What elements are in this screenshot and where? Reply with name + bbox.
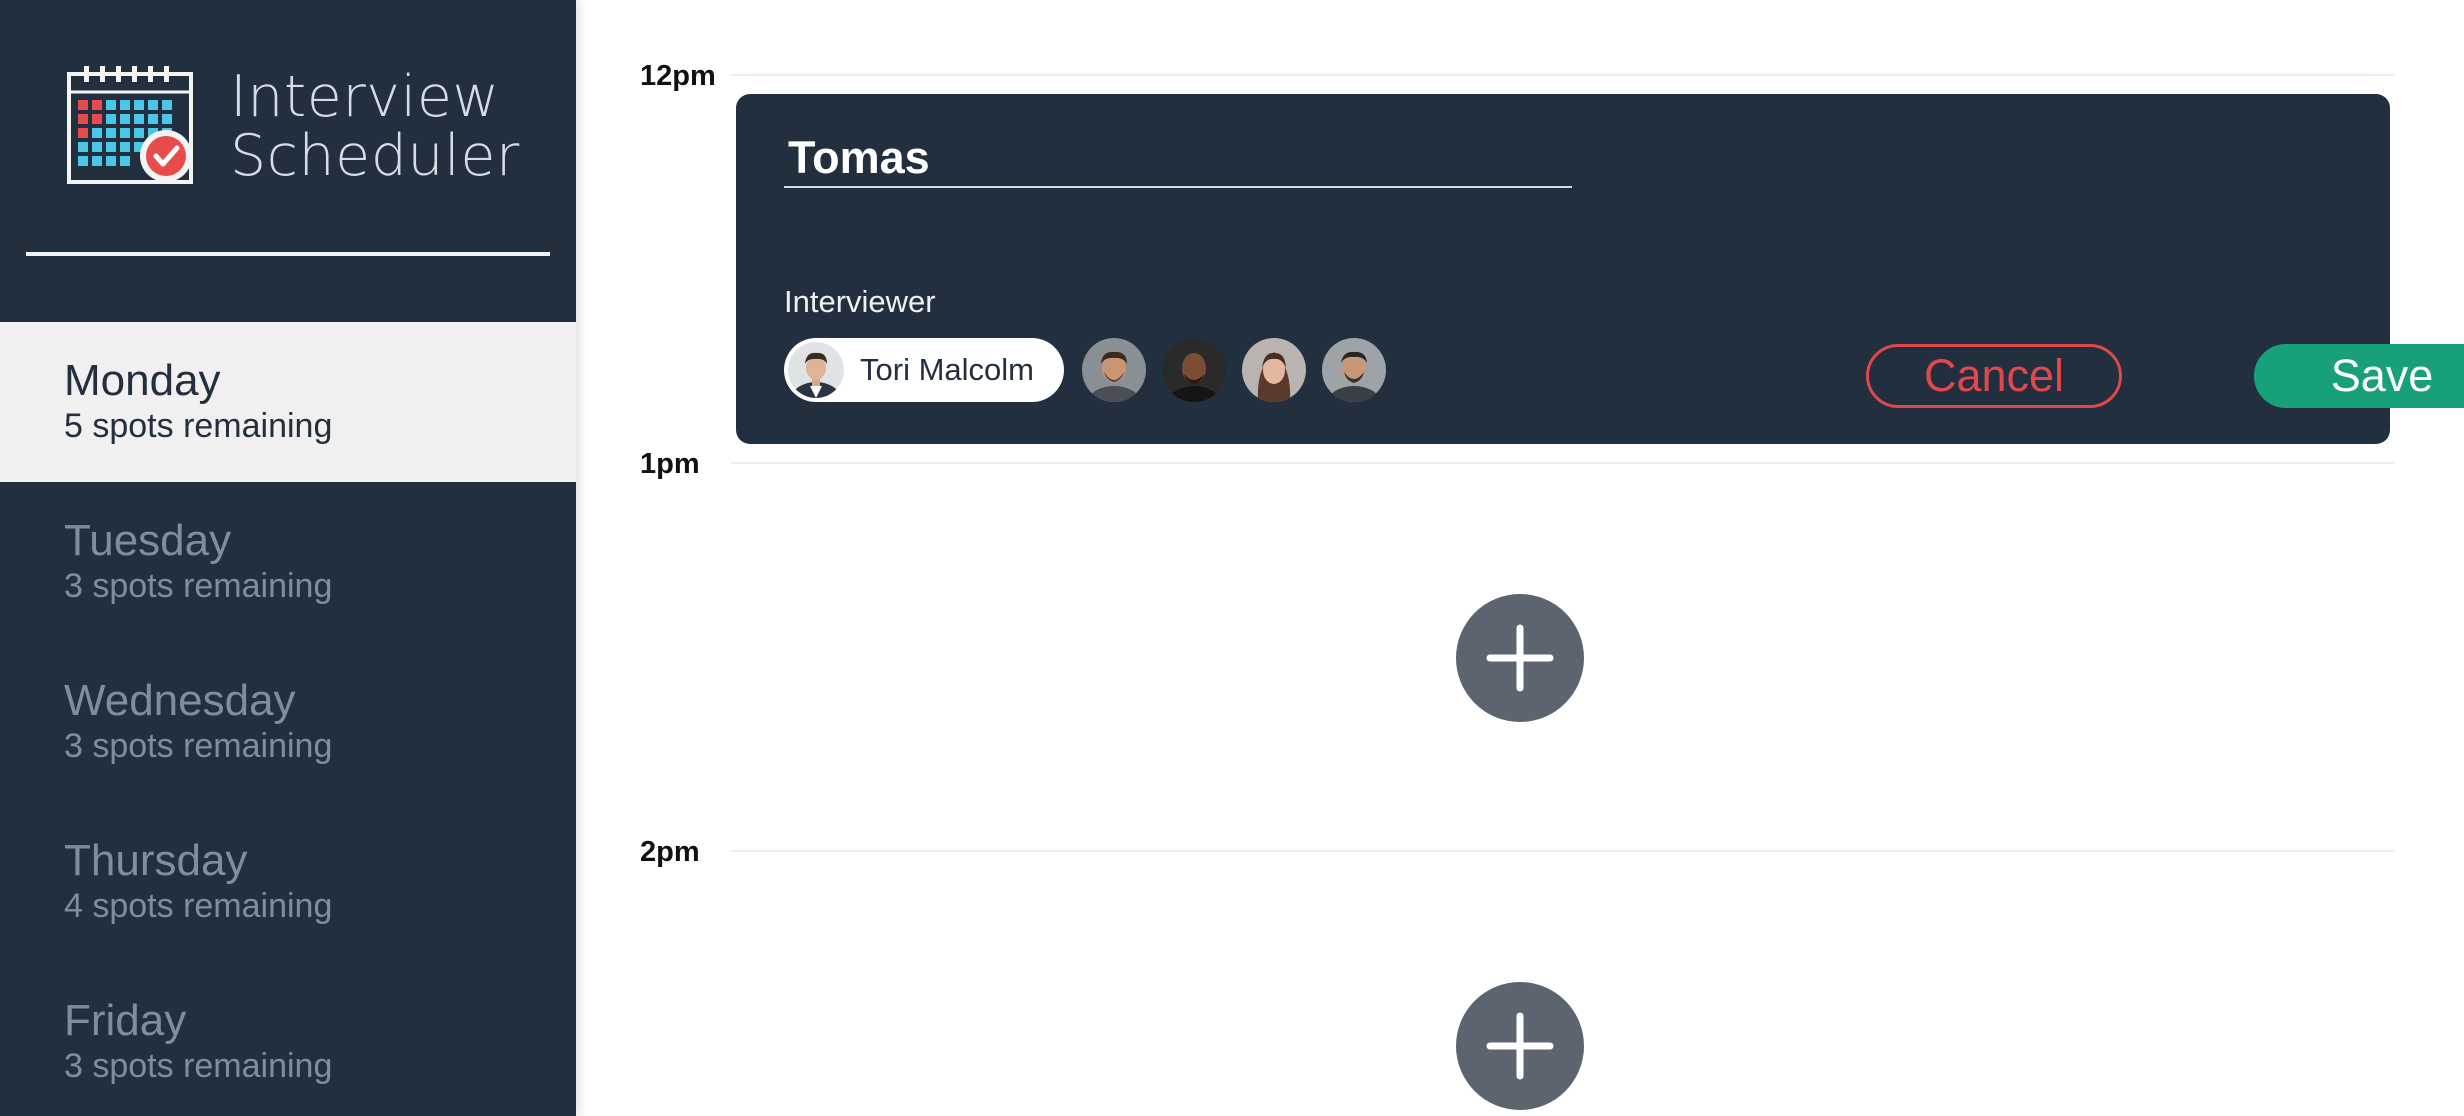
- day-item-thursday[interactable]: Thursday 4 spots remaining: [0, 802, 576, 962]
- app-title: Interview Scheduler: [230, 68, 520, 186]
- day-item-wednesday[interactable]: Wednesday 3 spots remaining: [0, 642, 576, 802]
- interviewer-label: Interviewer: [784, 284, 936, 319]
- schedule: 12pm Interviewer: [576, 0, 2464, 1116]
- day-item-friday[interactable]: Friday 3 spots remaining: [0, 962, 576, 1116]
- interviewer-name: Tori Malcolm: [860, 352, 1034, 387]
- day-name: Wednesday: [64, 676, 296, 725]
- day-item-monday[interactable]: Monday 5 spots remaining: [0, 322, 576, 482]
- app-title-line-2: Scheduler: [230, 123, 520, 189]
- avatar: [788, 342, 844, 398]
- slot-divider: [731, 74, 2395, 76]
- day-name: Friday: [64, 996, 187, 1045]
- slot-time-1pm: 1pm: [640, 448, 700, 480]
- plus-icon: [1486, 1012, 1554, 1080]
- plus-icon: [1486, 624, 1554, 692]
- day-spots-remaining: 5 spots remaining: [64, 407, 333, 445]
- interviewer-item[interactable]: [1322, 338, 1386, 402]
- appointment-form: Interviewer Tori Malcolm: [736, 94, 2464, 444]
- save-button[interactable]: Save: [2254, 344, 2464, 408]
- calendar-check-icon: [67, 66, 193, 184]
- interviewer-item[interactable]: [1242, 338, 1306, 402]
- day-item-tuesday[interactable]: Tuesday 3 spots remaining: [0, 482, 576, 642]
- add-appointment-button[interactable]: [1456, 982, 1584, 1110]
- interviewer-item[interactable]: [1082, 338, 1146, 402]
- brand: Interview Scheduler: [66, 64, 526, 194]
- day-name: Monday: [64, 356, 221, 405]
- add-appointment-button[interactable]: [1456, 594, 1584, 722]
- interviewer-item-selected[interactable]: Tori Malcolm: [784, 338, 1064, 402]
- day-name: Thursday: [64, 836, 248, 885]
- cancel-button[interactable]: Cancel: [1866, 344, 2122, 408]
- day-spots-remaining: 4 spots remaining: [64, 887, 333, 925]
- slot-time-2pm: 2pm: [640, 836, 700, 868]
- day-name: Tuesday: [64, 516, 232, 565]
- day-spots-remaining: 3 spots remaining: [64, 1047, 333, 1085]
- day-spots-remaining: 3 spots remaining: [64, 727, 333, 765]
- student-name-input[interactable]: [784, 130, 1572, 188]
- day-spots-remaining: 3 spots remaining: [64, 567, 333, 605]
- slot-divider: [731, 462, 2395, 464]
- slot-time-12pm: 12pm: [640, 60, 716, 92]
- interviewer-item[interactable]: [1162, 338, 1226, 402]
- sidebar-divider: [26, 252, 550, 256]
- app-title-line-1: Interview: [230, 64, 500, 130]
- app: Interview Scheduler Monday 5 spots remai…: [0, 0, 2464, 1116]
- day-list: Monday 5 spots remaining Tuesday 3 spots…: [0, 322, 576, 1116]
- sidebar: Interview Scheduler Monday 5 spots remai…: [0, 0, 576, 1116]
- slot-divider: [731, 850, 2395, 852]
